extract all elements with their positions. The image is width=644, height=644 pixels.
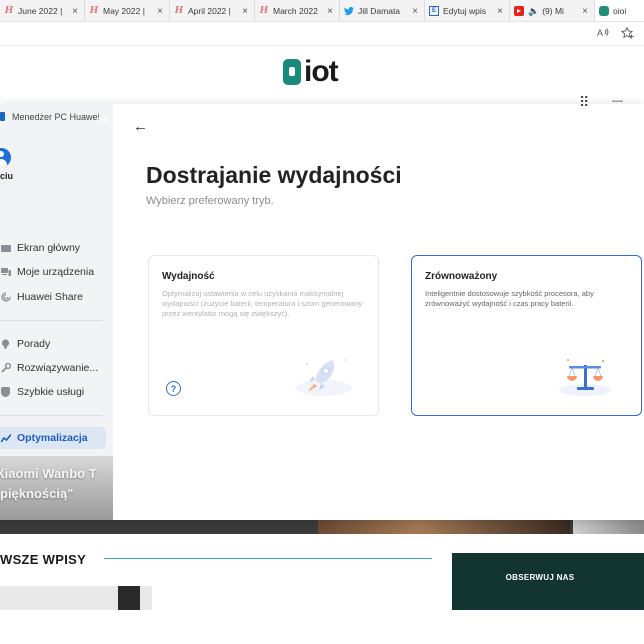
tab-close-icon[interactable]: × — [580, 6, 590, 17]
help-icon[interactable]: ? — [166, 381, 181, 396]
tab-label: March 2022 — [273, 6, 318, 16]
tab-close-icon[interactable]: × — [240, 6, 250, 17]
tab-close-icon[interactable]: × — [410, 6, 420, 17]
tab-close-icon[interactable]: × — [155, 6, 165, 17]
section-divider — [104, 558, 432, 559]
follow-label: OBSERWUJ NAS — [505, 573, 575, 582]
troubleshoot-icon — [0, 363, 11, 373]
article-photo[interactable] — [573, 520, 644, 534]
logo-text: iot — [304, 55, 339, 88]
sidebar-item-label: Huawei Share — [17, 291, 83, 303]
svg-text:A: A — [597, 28, 603, 38]
browser-tab[interactable]: E Edytuj wpis × — [425, 0, 510, 21]
sidebar-item-huawei-share[interactable]: Huawei Share — [0, 286, 106, 308]
sidebar-item-label: Porady — [17, 338, 51, 350]
page-subtitle: Wybierz preferowany tryb. — [146, 195, 274, 207]
editor-icon: E — [429, 6, 439, 16]
screen-icon — [0, 243, 11, 253]
tab-label: June 2022 | — [18, 6, 63, 16]
user-name: ciu — [0, 171, 14, 181]
sidebar: Menedżer PC Huawei NA ciu Ekran główny M… — [0, 104, 113, 520]
background-text: Xiaomi Wanbo T — [0, 466, 97, 481]
site-h-icon: H — [4, 6, 14, 16]
post-thumbnail[interactable] — [0, 586, 152, 610]
shield-icon — [0, 387, 11, 397]
mode-card-performance[interactable]: Wydajność Optymalizuj ustawienia w celu … — [148, 255, 379, 416]
twitter-icon — [344, 6, 354, 16]
optimize-icon — [0, 433, 11, 443]
speaker-icon[interactable]: 🔈 — [528, 6, 539, 17]
read-aloud-icon[interactable]: A — [597, 27, 609, 41]
browser-tab-active[interactable]: oioi — [595, 0, 644, 21]
mode-card-balanced[interactable]: Zrównoważony Inteligentnie dostosowuje s… — [411, 255, 642, 416]
tips-icon — [0, 339, 11, 349]
tab-label: May 2022 | — [103, 6, 145, 16]
sidebar-item-troubleshoot[interactable]: Rozwiązywanie... — [0, 357, 106, 379]
browser-tab[interactable]: H May 2022 | × — [85, 0, 170, 21]
rocket-icon — [293, 352, 355, 405]
card-description: Inteligentnie dostosowuje szybkość proce… — [425, 289, 594, 308]
tab-close-icon[interactable]: × — [70, 6, 80, 17]
sidebar-item-label: Moje urządzenia — [17, 266, 95, 278]
sidebar-item-label: Optymalizacja — [17, 432, 88, 444]
sidebar-divider — [0, 415, 102, 416]
background-text: NA — [98, 117, 109, 124]
devices-icon — [0, 267, 11, 277]
app-title: Menedżer PC Huawei — [12, 112, 100, 122]
tab-label: Jill Damata — [358, 6, 401, 16]
site-h-icon: H — [259, 6, 269, 16]
youtube-icon — [514, 6, 524, 16]
sidebar-item-quick-services[interactable]: Szybkie usługi — [0, 381, 106, 403]
oiot-icon — [599, 6, 609, 16]
card-title: Zrównoważony — [425, 271, 498, 282]
site-h-icon: H — [89, 6, 99, 16]
sidebar-item-tips[interactable]: Porady — [0, 333, 106, 355]
tab-label: Edytuj wpis — [443, 6, 486, 16]
site-logo[interactable]: iot — [283, 55, 339, 88]
sidebar-item-devices[interactable]: Moje urządzenia — [0, 261, 106, 283]
card-description: Optymalizuj ustawienia w celu uzyskania … — [162, 289, 363, 318]
browser-tab[interactable]: H June 2022 | × — [0, 0, 85, 21]
share-icon — [0, 292, 11, 302]
app-icon — [0, 112, 5, 121]
back-arrow-icon[interactable]: ← — [133, 118, 148, 135]
browser-tab[interactable]: H March 2022 × — [255, 0, 340, 21]
tab-close-icon[interactable]: × — [325, 6, 335, 17]
browser-tab[interactable]: Jill Damata × — [340, 0, 425, 21]
browser-tab-strip: H June 2022 | × H May 2022 | × H April 2… — [0, 0, 644, 22]
add-favorite-icon[interactable] — [620, 26, 634, 42]
article-photo[interactable] — [318, 520, 570, 534]
sidebar-divider — [0, 320, 102, 321]
sidebar-item-label: Szybkie usługi — [17, 386, 85, 398]
background-text: pięknością" — [0, 486, 74, 501]
minimize-icon[interactable]: — — [612, 95, 623, 107]
balance-scale-icon — [555, 356, 615, 403]
oiot-logo-icon — [283, 59, 301, 85]
window-menu-icon[interactable]: ⠿ — [579, 94, 589, 111]
tab-label: (9) Mi — [542, 6, 564, 16]
site-h-icon: H — [174, 6, 184, 16]
sidebar-item-label: Rozwiązywanie... — [17, 362, 99, 374]
background-article-image: Xiaomi Wanbo T pięknością" — [0, 456, 113, 520]
tab-close-icon[interactable]: × — [495, 6, 505, 17]
address-bar[interactable]: A — [0, 22, 644, 46]
sidebar-item-label: Ekran główny — [17, 242, 81, 254]
tab-label: oioi — [613, 6, 627, 16]
browser-tab[interactable]: H April 2022 | × — [170, 0, 255, 21]
card-title: Wydajność — [162, 271, 215, 282]
section-title: WSZE WPISY — [0, 552, 87, 567]
avatar[interactable] — [0, 148, 11, 167]
pc-manager-window: Menedżer PC Huawei NA ciu Ekran główny M… — [0, 94, 644, 520]
browser-tab[interactable]: 🔈 (9) Mi × — [510, 0, 595, 21]
sidebar-item-optimization[interactable]: Optymalizacja — [0, 427, 106, 449]
page-title: Dostrajanie wydajności — [146, 162, 402, 188]
sidebar-item-home[interactable]: Ekran główny — [0, 237, 106, 259]
tab-label: April 2022 | — [188, 6, 231, 16]
